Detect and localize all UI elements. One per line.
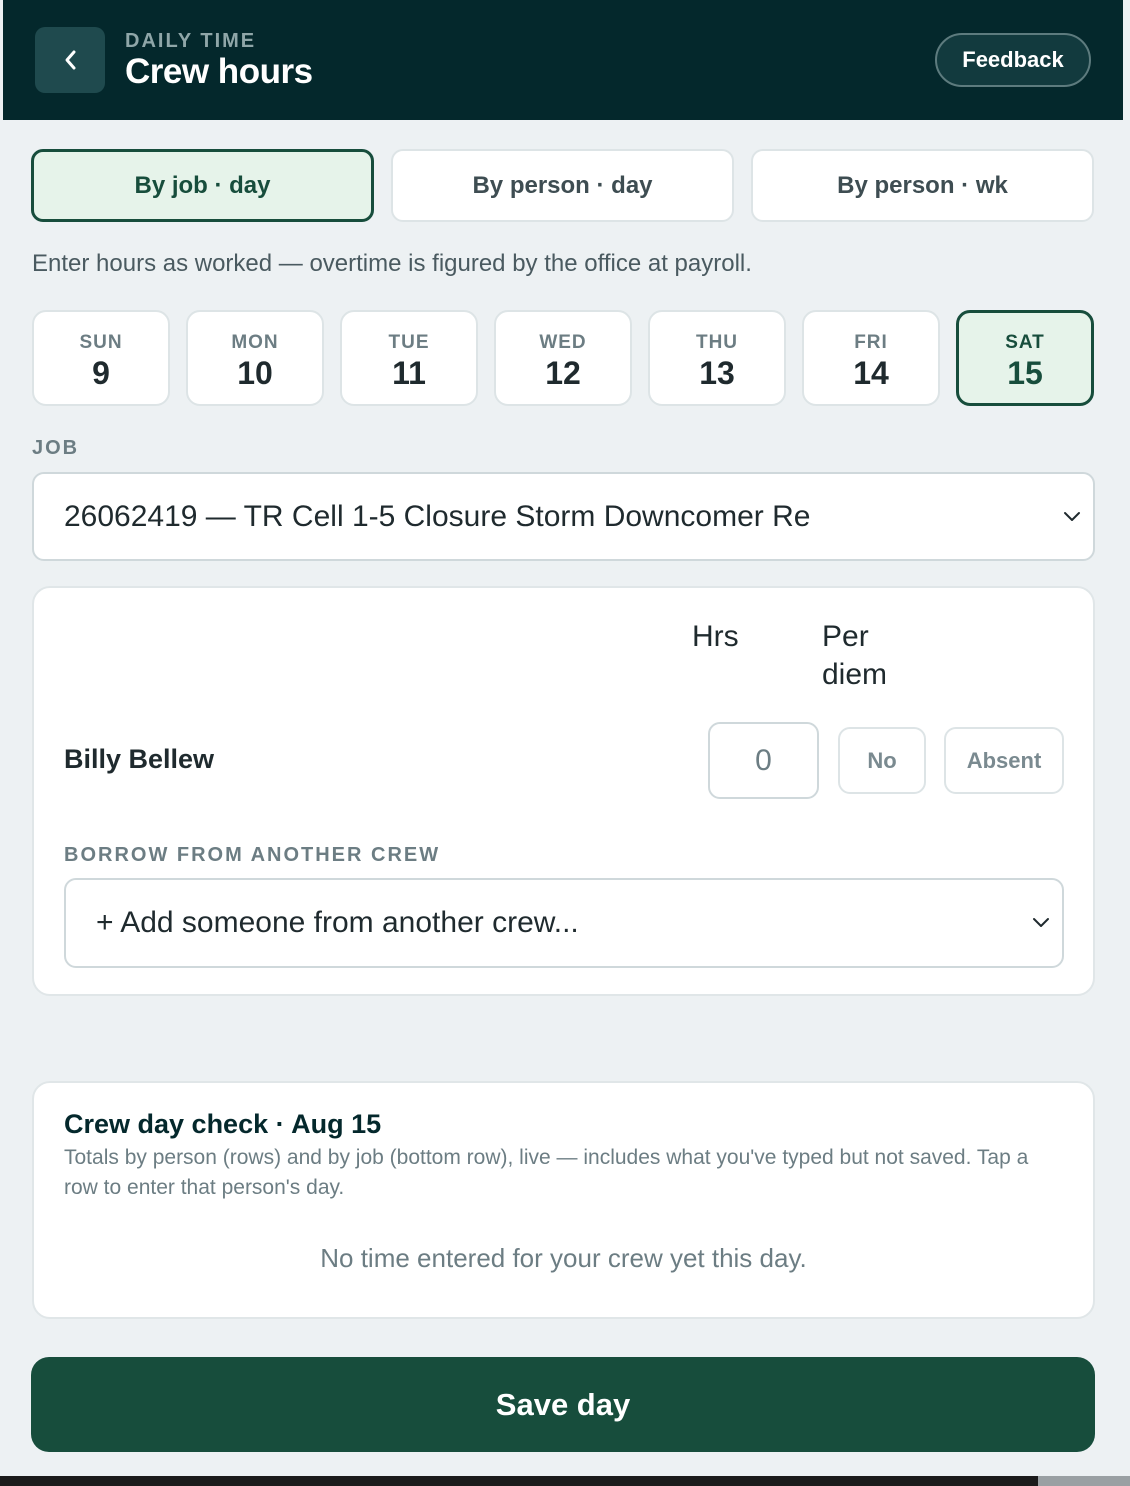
day-number: 10 (237, 355, 273, 391)
per-diem-column-header: Per diem (822, 620, 888, 691)
job-label: JOB (32, 437, 80, 459)
day-number: 13 (699, 355, 735, 391)
day-of-week: SUN (79, 332, 123, 353)
day-sat[interactable]: SAT 15 (956, 310, 1094, 406)
day-of-week: FRI (854, 332, 888, 353)
borrow-crew-select[interactable]: + Add someone from another crew... (64, 878, 1064, 968)
day-fri[interactable]: FRI 14 (802, 310, 940, 406)
day-number: 14 (853, 355, 889, 391)
day-number: 12 (545, 355, 581, 391)
day-sun[interactable]: SUN 9 (32, 310, 170, 406)
borrow-label: BORROW FROM ANOTHER CREW (64, 844, 441, 866)
day-number: 9 (92, 355, 110, 391)
borrow-select-value: + Add someone from another crew... (96, 906, 579, 939)
feedback-button[interactable]: Feedback (935, 33, 1091, 87)
crew-check-title: Crew day check · Aug 15 (64, 1109, 382, 1139)
chevron-down-icon (1033, 918, 1049, 927)
tab-by-person-day[interactable]: By person · day (391, 149, 734, 222)
day-number: 11 (392, 355, 426, 391)
chevron-down-icon (1064, 512, 1080, 521)
day-tue[interactable]: TUE 11 (340, 310, 478, 406)
day-of-week: TUE (388, 332, 430, 353)
day-wed[interactable]: WED 12 (494, 310, 632, 406)
page-title: Crew hours (125, 52, 313, 91)
hours-hint: Enter hours as worked — overtime is figu… (32, 250, 752, 277)
absent-button[interactable]: Absent (944, 727, 1064, 794)
job-select-value: 26062419 — TR Cell 1-5 Closure Storm Dow… (64, 500, 811, 533)
crew-day-check-card: Crew day check · Aug 15 Totals by person… (32, 1081, 1095, 1319)
hours-column-header: Hrs (692, 620, 739, 653)
chevron-left-icon (65, 50, 76, 70)
day-of-week: THU (695, 332, 739, 353)
hours-input[interactable]: 0 (708, 722, 819, 799)
day-of-week: MON (231, 332, 279, 353)
day-thu[interactable]: THU 13 (648, 310, 786, 406)
back-button[interactable] (35, 27, 105, 93)
tab-by-job-day[interactable]: By job · day (31, 149, 374, 222)
day-mon[interactable]: MON 10 (186, 310, 324, 406)
tab-by-person-week[interactable]: By person · wk (751, 149, 1094, 222)
app-header: DAILY TIME Crew hours Feedback (3, 0, 1123, 120)
crew-member-name: Billy Bellew (64, 744, 215, 774)
job-select[interactable]: 26062419 — TR Cell 1-5 Closure Storm Dow… (32, 472, 1095, 561)
per-diem-toggle[interactable]: No (838, 727, 926, 794)
crew-check-description: Totals by person (rows) and by job (bott… (64, 1146, 1029, 1199)
day-of-week: WED (539, 332, 587, 353)
crew-hours-card: Hrs Per diem Billy Bellew 0 No Absent BO… (32, 586, 1095, 996)
save-day-button[interactable]: Save day (31, 1357, 1095, 1452)
crew-check-empty-state: No time entered for your crew yet this d… (320, 1243, 807, 1273)
day-of-week: SAT (1005, 332, 1045, 353)
bottom-edge (0, 1476, 1038, 1486)
header-eyebrow: DAILY TIME (125, 30, 257, 52)
bottom-edge-end (1038, 1476, 1130, 1486)
day-number: 15 (1007, 355, 1043, 391)
